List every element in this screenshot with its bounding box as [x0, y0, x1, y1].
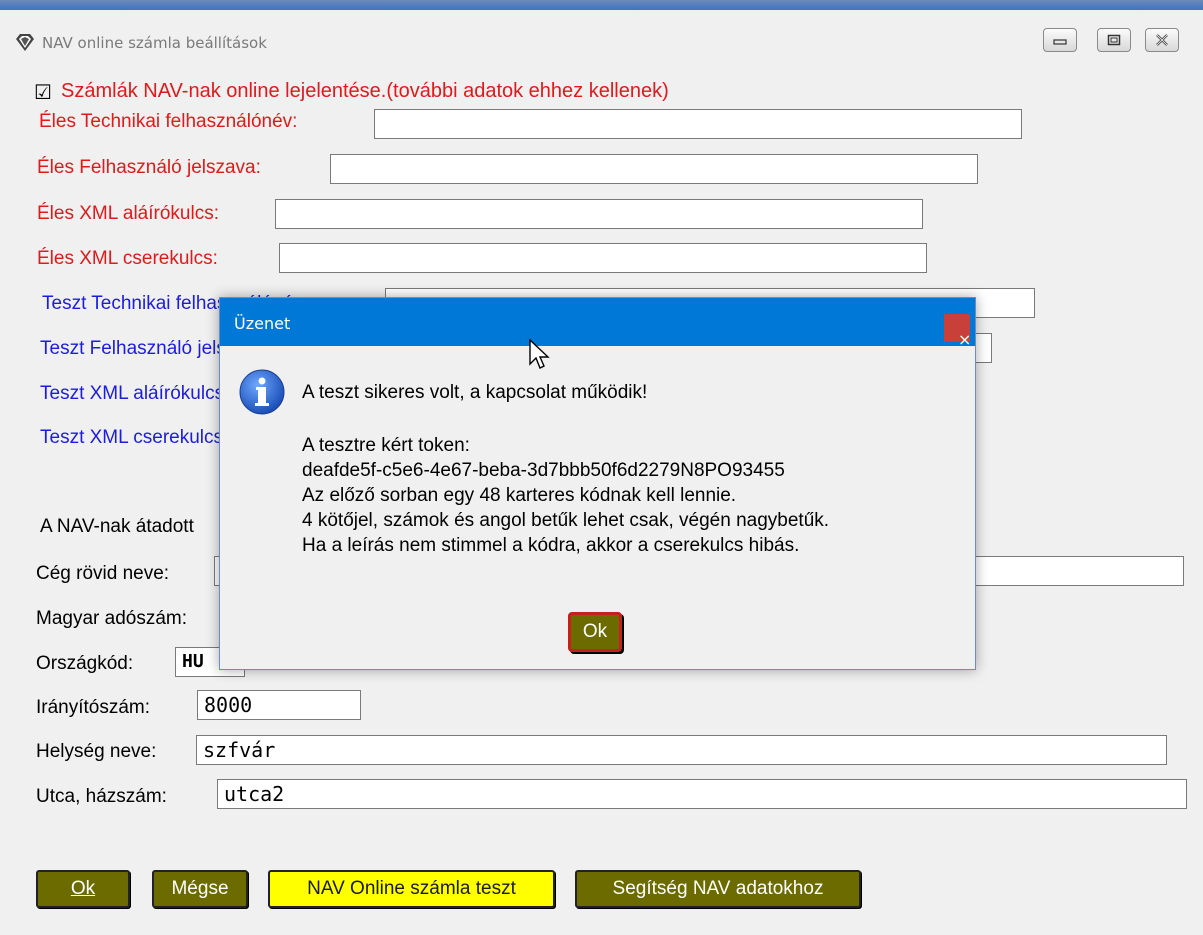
live-password-label: Éles Felhasználó jelszava:	[37, 157, 261, 178]
ok-button-label: Ok	[70, 878, 96, 899]
dialog-message-title: A teszt sikeres volt, a kapcsolat működi…	[302, 382, 648, 403]
dialog-body: A teszt sikeres volt, a kapcsolat működi…	[220, 346, 975, 669]
city-label: Helység neve:	[36, 741, 157, 762]
live-user-label: Éles Technikai felhasználónév:	[39, 111, 298, 132]
cancel-button-label: Mégse	[171, 878, 229, 899]
live-exchkey-field[interactable]	[279, 243, 927, 273]
street-label: Utca, házszám:	[36, 786, 167, 807]
zip-label: Irányítószám:	[36, 697, 151, 718]
minimize-button[interactable]	[1043, 28, 1077, 52]
maximize-icon	[1107, 34, 1121, 46]
live-signkey-label: Éles XML aláírókulcs:	[37, 203, 219, 224]
zip-field[interactable]: 8000	[197, 690, 361, 720]
message-dialog: Üzenet × A teszt sikeres volt, a kapcsol…	[219, 297, 976, 670]
online-report-label: Számlák NAV-nak online lejelentése.(tová…	[61, 80, 669, 102]
dialog-message-line: A tesztre kért token:	[302, 435, 470, 456]
test-exchkey-label: Teszt XML cserekulcs:	[40, 427, 229, 448]
window-titlebar[interactable]: NAV online számla beállítások	[0, 0, 1203, 66]
live-password-field[interactable]	[330, 154, 978, 184]
nav-help-button-label: Segítség NAV adatokhoz	[612, 878, 824, 899]
live-user-field[interactable]	[374, 109, 1022, 139]
dialog-message-line: Az előző sorban egy 48 karteres kódnak k…	[302, 485, 737, 506]
app-logo-icon	[16, 34, 34, 51]
window-title: NAV online számla beállítások	[42, 34, 267, 52]
dialog-message-line: Ha a leírás nem stimmel a kódra, akkor a…	[302, 535, 800, 556]
nav-help-button[interactable]: Segítség NAV adatokhoz	[575, 870, 861, 908]
tax-number-label: Magyar adószám:	[36, 608, 188, 629]
live-exchkey-label: Éles XML cserekulcs:	[37, 248, 218, 269]
info-icon	[239, 369, 285, 415]
nav-online-test-button-label: NAV Online számla teszt	[307, 878, 516, 899]
dialog-ok-label: Ok	[582, 621, 608, 642]
city-field[interactable]: szfvár	[196, 735, 1167, 765]
close-icon	[1156, 34, 1168, 46]
online-report-checkbox[interactable]: ☑	[34, 80, 52, 105]
test-signkey-label: Teszt XML aláírókulcs:	[40, 383, 230, 404]
titlebar-border	[0, 0, 1203, 10]
nav-data-heading: A NAV-nak átadott	[40, 516, 194, 537]
dialog-title: Üzenet	[234, 314, 291, 333]
minimize-icon	[1053, 39, 1067, 45]
dialog-titlebar[interactable]: Üzenet ×	[220, 298, 975, 349]
country-code-label: Országkód:	[36, 653, 134, 674]
maximize-button[interactable]	[1097, 28, 1131, 52]
company-short-label: Cég rövid neve:	[36, 563, 170, 584]
live-signkey-field[interactable]	[275, 199, 923, 229]
dialog-token-value: deafde5f-c5e6-4e67-beba-3d7bbb50f6d2279N…	[302, 460, 785, 481]
dialog-close-button[interactable]: ×	[944, 314, 971, 349]
dialog-ok-button[interactable]: Ok	[568, 612, 622, 652]
mouse-cursor-icon	[529, 338, 550, 369]
nav-online-test-button[interactable]: NAV Online számla teszt	[268, 870, 555, 908]
ok-button[interactable]: Ok	[36, 870, 130, 908]
cancel-button[interactable]: Mégse	[152, 870, 248, 908]
street-field[interactable]: utca2	[217, 779, 1187, 809]
dialog-message-line: 4 kötőjel, számok és angol betűk lehet c…	[302, 510, 830, 531]
close-button[interactable]	[1145, 28, 1179, 52]
